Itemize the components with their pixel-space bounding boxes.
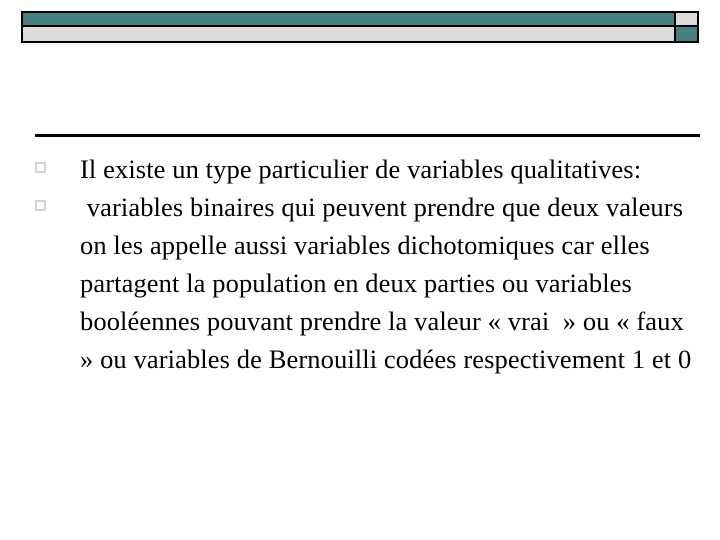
header-bar-accent-bottom-right bbox=[676, 27, 697, 41]
square-bullet-icon bbox=[35, 162, 46, 173]
bullet-text: Il existe un type particulier de variabl… bbox=[80, 154, 642, 184]
bullet-text: variables binaires qui peuvent prendre q… bbox=[80, 192, 692, 374]
list-item: Il existe un type particulier de variabl… bbox=[35, 150, 700, 188]
slide-header-decoration bbox=[21, 11, 699, 43]
header-bar-accent-top-right bbox=[676, 13, 697, 27]
list-item: variables binaires qui peuvent prendre q… bbox=[35, 188, 700, 378]
header-bar-secondary-band bbox=[23, 27, 676, 41]
square-bullet-icon bbox=[35, 200, 46, 211]
slide-content-body: Il existe un type particulier de variabl… bbox=[35, 150, 700, 378]
title-separator-rule bbox=[35, 134, 700, 137]
header-bar-grid bbox=[21, 11, 699, 43]
header-bar-main-band bbox=[23, 13, 676, 27]
